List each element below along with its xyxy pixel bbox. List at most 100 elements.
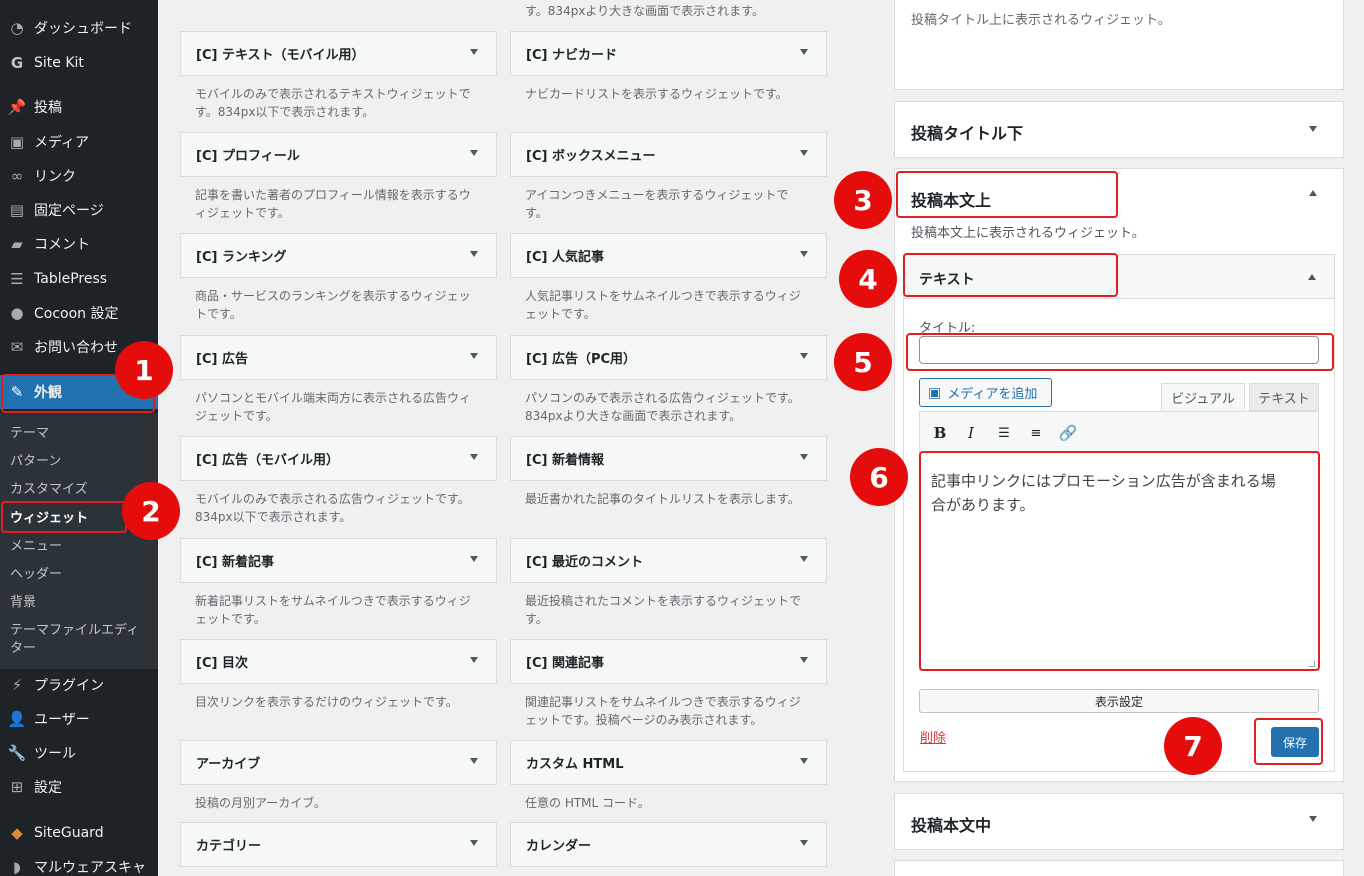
numbered-list-icon[interactable]: ≡	[1025, 422, 1047, 444]
submenu-patterns[interactable]: パターン	[10, 450, 61, 469]
widget-item-title: [C] ランキング	[196, 250, 287, 265]
sidebar-item-comments[interactable]: ▰ コメント	[0, 227, 158, 261]
widget-item-desc: 834px以下で表示されます。	[195, 510, 352, 524]
widget-item[interactable]: [C] 人気記事	[510, 233, 827, 278]
widget-item-desc: ジェットです。	[195, 409, 278, 423]
chevron-down-icon[interactable]	[800, 556, 808, 562]
delete-link[interactable]: 削除	[920, 727, 946, 746]
bold-icon[interactable]: B	[929, 422, 951, 444]
tab-text[interactable]: テキスト	[1249, 383, 1319, 411]
widget-item-desc: 最近投稿されたコメントを表示するウィジェットで	[525, 594, 802, 608]
submenu-theme-editor[interactable]: テーマファイルエディ	[10, 619, 139, 638]
submenu-menus[interactable]: メニュー	[10, 535, 62, 554]
tab-visual[interactable]: ビジュアル	[1161, 383, 1245, 411]
sidebar-item-sitekit[interactable]: G Site Kit	[0, 46, 158, 80]
widget-item[interactable]: カテゴリー	[180, 822, 497, 867]
chevron-down-icon[interactable]	[470, 454, 478, 460]
submenu-theme-editor-cont[interactable]: ター	[10, 637, 36, 656]
widget-item-title: [C] 新着情報	[526, 453, 604, 468]
chevron-down-icon[interactable]	[470, 556, 478, 562]
sidebar-item-media[interactable]: ▣ メディア	[0, 125, 158, 159]
highlight-title-input	[906, 333, 1334, 371]
widget-item-desc: 関連記事リストをサムネイルつきで表示するウィジ	[525, 695, 801, 709]
widget-item[interactable]: アーカイブ	[180, 740, 497, 785]
widget-item[interactable]: [C] 新着情報	[510, 436, 827, 481]
widget-item-desc: トです。	[195, 307, 242, 321]
area-post-title-top: 投稿タイトル上に表示されるウィジェット。	[894, 0, 1344, 90]
widget-item-desc: す。834px以下で表示されます。	[195, 105, 375, 119]
widget-item[interactable]: [C] 新着記事	[180, 538, 497, 583]
sidebar-item-settings[interactable]: ⊞ 設定	[0, 770, 158, 804]
sidebar-item-posts[interactable]: 📌 投稿	[0, 90, 158, 124]
sidebar-item-tools[interactable]: 🔧 ツール	[0, 736, 158, 770]
chevron-up-icon[interactable]	[1309, 190, 1317, 196]
widget-item[interactable]: [C] テキスト（モバイル用）	[180, 31, 497, 76]
chevron-down-icon[interactable]	[470, 758, 478, 764]
chevron-down-icon[interactable]	[470, 353, 478, 359]
chevron-down-icon[interactable]	[800, 657, 808, 663]
widget-item[interactable]: [C] 広告（PC用）	[510, 335, 827, 380]
siteguard-icon: ◆	[11, 824, 23, 842]
submenu-customize[interactable]: カスタマイズ	[10, 478, 88, 497]
mail-icon: ✉	[10, 338, 24, 356]
widget-item[interactable]: [C] プロフィール	[180, 132, 497, 177]
area-desc: 投稿本文上に表示されるウィジェット。	[911, 226, 1145, 241]
widget-item[interactable]: [C] ナビカード	[510, 31, 827, 76]
sidebar-item-pages[interactable]: ▤ 固定ページ	[0, 193, 158, 227]
sidebar-item-users[interactable]: 👤 ユーザー	[0, 702, 158, 736]
link-icon[interactable]: 🔗	[1057, 422, 1079, 444]
chevron-down-icon[interactable]	[800, 150, 808, 156]
bullet-list-icon[interactable]: ☰	[993, 422, 1015, 444]
highlight-area-title	[896, 171, 1118, 218]
chevron-down-icon[interactable]	[800, 251, 808, 257]
add-media-label: メディアを追加	[947, 387, 1038, 402]
step-badge: 1	[115, 341, 173, 399]
chevron-down-icon[interactable]	[1309, 126, 1317, 132]
widget-item[interactable]: [C] 広告（モバイル用）	[180, 436, 497, 481]
chevron-down-icon[interactable]	[800, 49, 808, 55]
widget-item[interactable]: [C] 目次	[180, 639, 497, 684]
chevron-down-icon[interactable]	[800, 840, 808, 846]
sidebar-item-plugins[interactable]: ⚡ プラグイン	[0, 668, 158, 702]
add-media-button[interactable]: ▣ メディアを追加	[919, 378, 1052, 407]
widget-item-desc: 商品・サービスのランキングを表示するウィジェッ	[195, 289, 471, 303]
area-post-title-below[interactable]: 投稿タイトル下	[894, 101, 1344, 158]
sidebar-item-malware[interactable]: ◗ マルウェアスキャ	[0, 850, 158, 876]
highlight-widgets	[1, 501, 127, 533]
settings-icon: ⊞	[10, 778, 24, 796]
submenu-background[interactable]: 背景	[10, 591, 36, 610]
chevron-down-icon[interactable]	[470, 49, 478, 55]
chevron-down-icon[interactable]	[800, 758, 808, 764]
widget-item-desc: 834pxより大きな画面で表示されます。	[525, 409, 742, 423]
chevron-down-icon[interactable]	[470, 657, 478, 663]
widget-item-title: [C] テキスト（モバイル用）	[196, 48, 365, 63]
sidebar-item-cocoon[interactable]: ● Cocoon 設定	[0, 296, 158, 330]
chevron-up-icon[interactable]	[1308, 274, 1316, 280]
widget-item[interactable]: [C] 最近のコメント	[510, 538, 827, 583]
widget-item[interactable]: カレンダー	[510, 822, 827, 867]
submenu-header[interactable]: ヘッダー	[10, 563, 62, 582]
sidebar-item-tablepress[interactable]: ☰ TablePress	[0, 262, 158, 296]
widget-item[interactable]: カスタム HTML	[510, 740, 827, 785]
chevron-down-icon[interactable]	[1309, 816, 1317, 822]
sidebar-item-siteguard[interactable]: ◆ SiteGuard	[0, 816, 158, 850]
widget-item[interactable]: [C] ランキング	[180, 233, 497, 278]
sidebar-item-links[interactable]: ∞ リンク	[0, 159, 158, 193]
widget-item[interactable]: [C] 広告	[180, 335, 497, 380]
step-badge: 6	[850, 448, 908, 506]
widget-item[interactable]: [C] 関連記事	[510, 639, 827, 684]
widget-item-desc: アイコンつきメニューを表示するウィジェットで	[525, 188, 789, 202]
widget-item[interactable]: [C] ボックスメニュー	[510, 132, 827, 177]
chevron-down-icon[interactable]	[800, 353, 808, 359]
chevron-down-icon[interactable]	[470, 251, 478, 257]
display-settings-button[interactable]: 表示設定	[919, 689, 1319, 713]
widget-item-desc: す。	[525, 206, 548, 220]
submenu-theme[interactable]: テーマ	[10, 422, 49, 441]
widget-item-desc: 目次リンクを表示するだけのウィジェットです。	[195, 695, 458, 709]
italic-icon[interactable]: I	[960, 422, 982, 444]
sidebar-item-dashboard[interactable]: ◔ ダッシュボード	[0, 11, 158, 45]
chevron-down-icon[interactable]	[800, 454, 808, 460]
chevron-down-icon[interactable]	[470, 150, 478, 156]
chevron-down-icon[interactable]	[470, 840, 478, 846]
area-post-body-mid[interactable]: 投稿本文中	[894, 793, 1344, 850]
